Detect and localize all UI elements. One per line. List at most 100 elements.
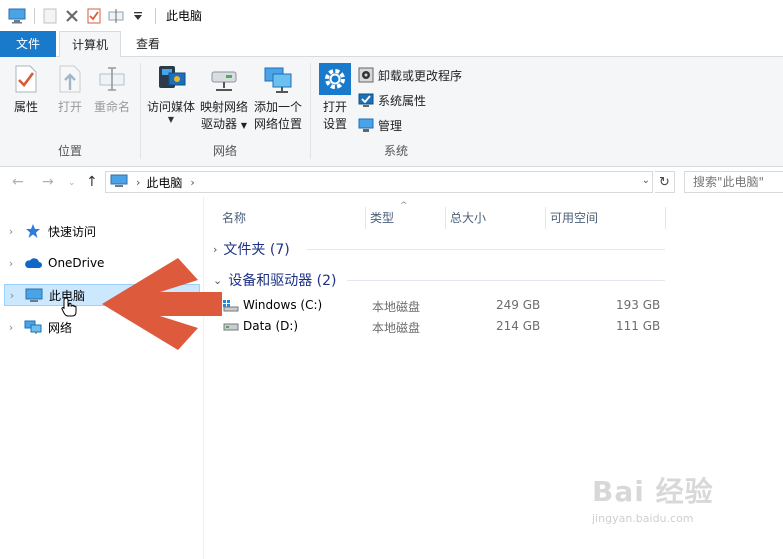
chevron-right-icon[interactable]: › [136,176,140,189]
watermark: Bai 经验 jingyan.baidu.com [592,470,714,525]
drive-icon [223,321,239,335]
open-settings-label-1: 打开 [322,100,347,114]
group-header-devices[interactable]: ⌄ 设备和驱动器 (2) [213,269,337,291]
group-label-network: 网络 [212,144,237,158]
drive-name: Data (D:) [243,319,299,333]
group-header-folders[interactable]: › 文件夹 (7) [213,238,290,260]
manage-icon [358,117,374,133]
sort-ascending-icon: ^ [400,201,408,211]
system-drive-icon [223,300,239,315]
hand-cursor-icon [61,297,77,320]
tab-computer[interactable]: 计算机 [59,31,121,58]
recent-locations-icon[interactable]: ⌄ [68,178,76,188]
chevron-right-icon[interactable]: › [190,176,194,189]
add-network-location-button[interactable]: 添加一个 网络位置 [251,63,305,133]
expand-icon[interactable]: › [4,257,18,270]
search-input[interactable] [684,171,783,193]
column-header-type[interactable]: 类型 ^ [366,201,446,229]
add-location-label-1: 添加一个 [253,100,302,114]
drive-row-c[interactable]: Windows (C:) 本地磁盘 249 GB 193 GB [205,296,783,316]
drive-total: 249 GB [496,298,541,312]
drive-name: Windows (C:) [243,298,323,312]
open-label: 打开 [57,100,82,114]
tab-file[interactable]: 文件 [0,31,56,57]
drive-row-d[interactable]: Data (D:) 本地磁盘 214 GB 111 GB [205,317,783,337]
media-icon [155,63,187,95]
column-header-name[interactable]: 名称 [218,207,366,229]
properties-button[interactable]: 属性 [8,63,44,116]
navigation-pane: › 快速访问 › OneDrive › 此电脑 › 网络 [0,197,204,559]
expand-icon[interactable]: › [4,225,18,238]
system-properties-button[interactable]: 系统属性 [358,90,426,110]
address-dropdown-icon[interactable]: ⌄ [642,175,650,186]
group-divider-line [307,249,665,250]
group-title-folders: 文件夹 (7) [223,242,290,258]
properties-label: 属性 [13,100,38,114]
network-icon [24,319,42,335]
expand-icon[interactable]: › [4,321,18,334]
annotation-arrow-icon [100,256,224,355]
window-title: 此电脑 [166,9,203,23]
group-label-location: 位置 [57,144,82,158]
title-bar: 此电脑 [0,0,783,31]
manage-button[interactable]: 管理 [358,115,402,135]
chevron-right-icon[interactable]: › [213,243,217,256]
drive-free: 111 GB [616,319,661,333]
watermark-url: jingyan.baidu.com [592,512,694,525]
sidebar-item-label: 网络 [48,320,73,335]
map-drive-label-2: 驱动器 ▼ [201,117,247,131]
ribbon-tabs: 文件 计算机 查看 [0,31,783,58]
system-properties-label: 系统属性 [378,93,427,108]
group-network: 访问媒体 ▼ 映射网络 驱动器 ▼ 添加一个 网络位置 网络 [141,57,309,165]
drive-total: 214 GB [496,319,541,333]
rename-icon[interactable] [107,7,125,25]
column-header-free[interactable]: 可用空间 [546,207,666,229]
uninstall-button[interactable]: 卸载或更改程序 [358,65,462,85]
sidebar-item-quick-access[interactable]: › 快速访问 [4,220,200,242]
tab-view[interactable]: 查看 [124,31,172,57]
column-header-total[interactable]: 总大小 [446,207,546,229]
delete-icon[interactable] [63,7,81,25]
drive-type: 本地磁盘 [372,321,421,335]
toolbar-divider [34,7,35,24]
network-drive-icon [208,63,240,95]
manage-label: 管理 [378,118,403,133]
add-location-label-2: 网络位置 [253,117,302,131]
group-label-system: 系统 [383,144,408,158]
customize-dropdown-icon[interactable] [129,7,147,25]
rename-button[interactable]: 重命名 [90,63,134,116]
expand-icon[interactable]: › [5,289,19,302]
refresh-icon[interactable]: ↻ [655,171,675,193]
properties-icon [10,63,42,95]
properties-icon[interactable] [85,7,103,25]
cloud-icon [24,255,42,271]
toolbar-divider [155,7,156,24]
sidebar-item-label: OneDrive [48,256,105,270]
open-button[interactable]: 打开 [52,63,88,116]
group-title-devices: 设备和驱动器 (2) [228,273,337,289]
address-bar[interactable]: › 此电脑 › ⌄ [105,171,653,193]
navigation-bar: ← → ⌄ ↑ › 此电脑 › ⌄ ↻ [0,167,783,197]
computer-icon [8,7,26,25]
system-properties-icon [358,92,374,108]
map-drive-label-1: 映射网络 [199,100,248,114]
chevron-down-icon: ▼ [167,115,175,124]
up-icon[interactable]: ↑ [86,174,98,190]
network-location-icon [262,63,294,95]
access-media-label: 访问媒体 [146,100,195,114]
ribbon: 属性 打开 重命名 位置 访问媒体 ▼ 映射网络 驱动器 ▼ 添加一个 网络位置… [0,57,783,167]
column-header-type-label: 类型 [370,211,395,225]
uninstall-label: 卸载或更改程序 [378,68,463,83]
drive-type: 本地磁盘 [372,300,421,314]
blank-page-icon[interactable] [41,7,59,25]
open-settings-button[interactable]: 打开 设置 [315,63,355,133]
breadcrumb[interactable]: 此电脑 [146,174,182,191]
watermark-brand: Bai 经验 [592,475,714,508]
sidebar-item-label: 快速访问 [48,224,97,239]
uninstall-icon [358,67,374,83]
forward-icon[interactable]: → [42,174,54,190]
rename-icon [96,63,128,95]
back-icon[interactable]: ← [12,174,24,190]
access-media-button[interactable]: 访问媒体 ▼ [145,63,197,124]
map-drive-button[interactable]: 映射网络 驱动器 ▼ [197,63,251,134]
